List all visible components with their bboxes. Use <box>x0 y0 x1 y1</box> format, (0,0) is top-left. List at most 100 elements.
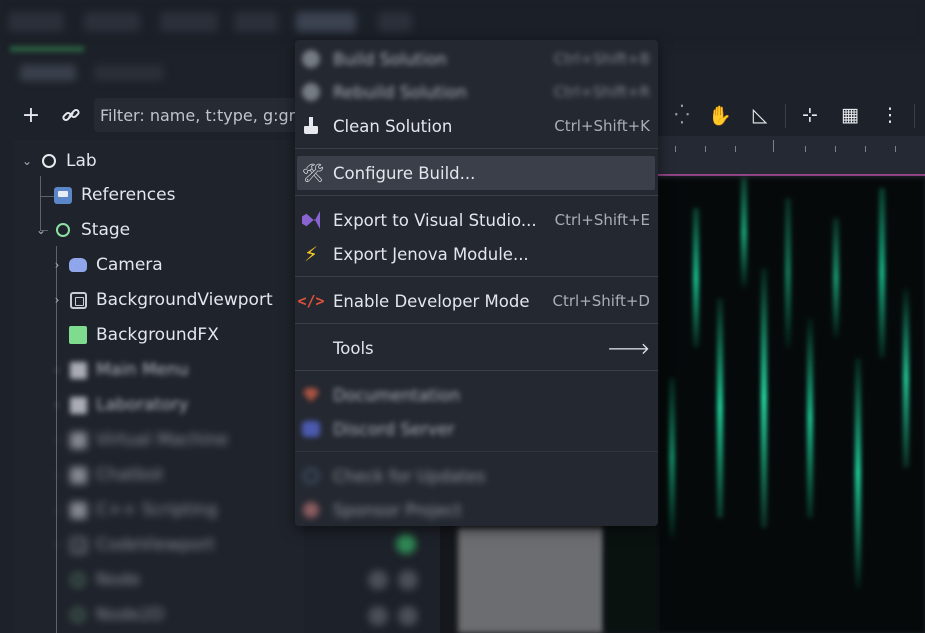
tree-item-label: Virtual Machine <box>96 430 229 450</box>
chevron-right-icon[interactable]: › <box>50 468 64 482</box>
tree-item-cpp-scripting[interactable]: › C++ Scripting <box>14 493 304 527</box>
menu-item-rebuild-solution[interactable]: Rebuild Solution Ctrl+Shift+R <box>295 75 658 109</box>
chevron-down-icon[interactable]: ⌄ <box>34 223 48 237</box>
viewport-area: ⁛ ✋ ◺ ⊹ ▦ ⋮ <box>657 96 925 633</box>
menu-item-enable-developer-mode[interactable]: </> Enable Developer Mode Ctrl+Shift+D <box>295 284 658 318</box>
dock-tab-scene[interactable] <box>20 65 76 81</box>
tools-icon: 🛠 <box>301 162 325 184</box>
menu-item-label: Discord Server <box>333 419 455 439</box>
build-dropdown-menu: Build Solution Ctrl+Shift+B Rebuild Solu… <box>295 40 658 526</box>
menu-item-label: Build Solution <box>333 49 447 69</box>
tree-item-chatbot[interactable]: › Chatbot <box>14 458 304 492</box>
menu-item-documentation[interactable]: Documentation <box>295 378 658 412</box>
snap-icon[interactable]: ⊹ <box>797 102 823 128</box>
link-button[interactable] <box>58 102 84 128</box>
menu-item-shortcut: Ctrl+Shift+R <box>553 83 650 101</box>
select-icon[interactable]: ⁛ <box>669 102 695 128</box>
chevron-right-icon[interactable]: › <box>50 363 64 377</box>
camera-icon <box>69 256 87 274</box>
chevron-right-icon[interactable]: › <box>50 293 64 307</box>
menu-item-check-updates[interactable]: Check for Updates <box>295 459 658 493</box>
menu-item-export-visual-studio[interactable]: Export to Visual Studio... Ctrl+Shift+E <box>295 203 658 237</box>
tree-item-label: C++ Scripting <box>96 500 218 520</box>
tree-item-lab[interactable]: ⌄ Lab <box>14 144 304 178</box>
menu-item-export-jenova-module[interactable]: ⚡ Export Jenova Module... <box>295 237 658 271</box>
chevron-right-icon[interactable]: › <box>50 538 64 552</box>
rebuild-icon <box>300 81 322 103</box>
node-ring-icon <box>69 606 87 624</box>
menu-item-label: Check for Updates <box>333 466 486 486</box>
tree-item-label: CodeViewport <box>96 535 215 555</box>
color-rect-icon <box>69 326 87 344</box>
menubar-item-blurred[interactable] <box>84 12 140 32</box>
tree-item-label: Node2D <box>96 605 165 625</box>
tree-item-references[interactable]: References <box>14 178 304 212</box>
menu-separator <box>295 323 658 324</box>
menu-separator <box>295 370 658 371</box>
menu-separator <box>295 195 658 196</box>
tree-item-label: Laboratory <box>96 395 189 415</box>
menu-item-shortcut: Ctrl+Shift+D <box>552 292 650 310</box>
plus-icon: + <box>21 102 41 128</box>
menu-item-label: Sponsor Project <box>333 500 462 520</box>
filter-input[interactable]: Filter: name, t:type, g:gro <box>94 98 314 132</box>
tree-item-label: References <box>81 185 176 205</box>
lightning-icon: ⚡ <box>303 242 319 266</box>
tree-item-background-fx[interactable]: BackgroundFX <box>14 318 304 352</box>
menu-separator <box>295 276 658 277</box>
menubar-item-blurred[interactable] <box>234 12 278 32</box>
grid-snap-icon[interactable]: ▦ <box>837 102 863 128</box>
chevron-right-icon[interactable]: › <box>50 503 64 517</box>
menu-item-label: Export Jenova Module... <box>333 244 529 264</box>
chevron-right-icon[interactable]: › <box>50 433 64 447</box>
tree-item-virtual-machine[interactable]: › Virtual Machine <box>14 423 304 457</box>
heart-icon <box>300 499 322 521</box>
active-tab-indicator <box>10 47 84 51</box>
tree-item-laboratory[interactable]: › Laboratory <box>14 388 304 422</box>
tree-item-node[interactable]: Node <box>14 563 304 597</box>
visual-studio-icon <box>300 209 322 231</box>
scene-tree: ⌄ Lab References ⌄ Stage › Camera › Back… <box>14 140 304 633</box>
pan-hand-icon[interactable]: ✋ <box>707 102 733 128</box>
menu-item-configure-build[interactable]: 🛠 Configure Build... <box>297 156 655 190</box>
references-icon <box>54 186 72 204</box>
menu-item-label: Clean Solution <box>333 116 453 136</box>
chevron-right-icon[interactable]: › <box>50 258 64 272</box>
tree-item-label: Main Menu <box>96 360 189 380</box>
menu-item-shortcut: Ctrl+Shift+E <box>554 211 650 229</box>
tree-item-label: Node <box>96 570 141 590</box>
scene-toolbar: + Filter: name, t:type, g:gro <box>14 96 314 134</box>
tree-item-camera[interactable]: › Camera <box>14 248 304 282</box>
menubar-item-blurred[interactable] <box>8 12 64 32</box>
tree-item-node2d[interactable]: Node2D <box>14 598 304 632</box>
tree-item-stage[interactable]: ⌄ Stage <box>14 213 304 247</box>
menubar-item-blurred[interactable] <box>160 12 218 32</box>
dock-tab-import[interactable] <box>94 65 164 81</box>
chevron-right-icon[interactable]: › <box>50 398 64 412</box>
menubar-item-active[interactable] <box>296 12 356 32</box>
submenu-arrow-icon: 🡒 <box>607 339 650 358</box>
menubar-item-blurred[interactable] <box>378 12 412 32</box>
add-node-button[interactable]: + <box>18 102 44 128</box>
more-options-icon[interactable]: ⋮ <box>877 102 903 128</box>
control-edit-icon <box>69 396 87 414</box>
editor-menubar <box>0 0 925 44</box>
chevron-down-icon[interactable]: ⌄ <box>20 154 34 168</box>
ruler-icon[interactable]: ◺ <box>747 102 773 128</box>
menu-item-sponsor[interactable]: Sponsor Project <box>295 493 658 527</box>
menu-item-build-solution[interactable]: Build Solution Ctrl+Shift+B <box>295 42 658 76</box>
matrix-rain-canvas <box>657 178 925 633</box>
control-edit-icon <box>69 466 87 484</box>
tree-item-background-viewport[interactable]: › BackgroundViewport <box>14 283 304 317</box>
link-icon <box>62 108 80 122</box>
menu-item-tools[interactable]: Tools 🡒 <box>295 331 658 365</box>
menu-item-discord-server[interactable]: Discord Server <box>295 412 658 446</box>
tree-item-code-viewport[interactable]: › CodeViewport <box>14 528 304 562</box>
discord-icon <box>300 418 322 440</box>
tree-item-main-menu[interactable]: › Main Menu <box>14 353 304 387</box>
menu-item-label: Rebuild Solution <box>333 82 467 102</box>
control-edit-icon <box>69 501 87 519</box>
menu-item-clean-solution[interactable]: Clean Solution Ctrl+Shift+K <box>295 109 658 143</box>
menu-item-label: Enable Developer Mode <box>333 291 530 311</box>
menu-separator <box>295 148 658 149</box>
